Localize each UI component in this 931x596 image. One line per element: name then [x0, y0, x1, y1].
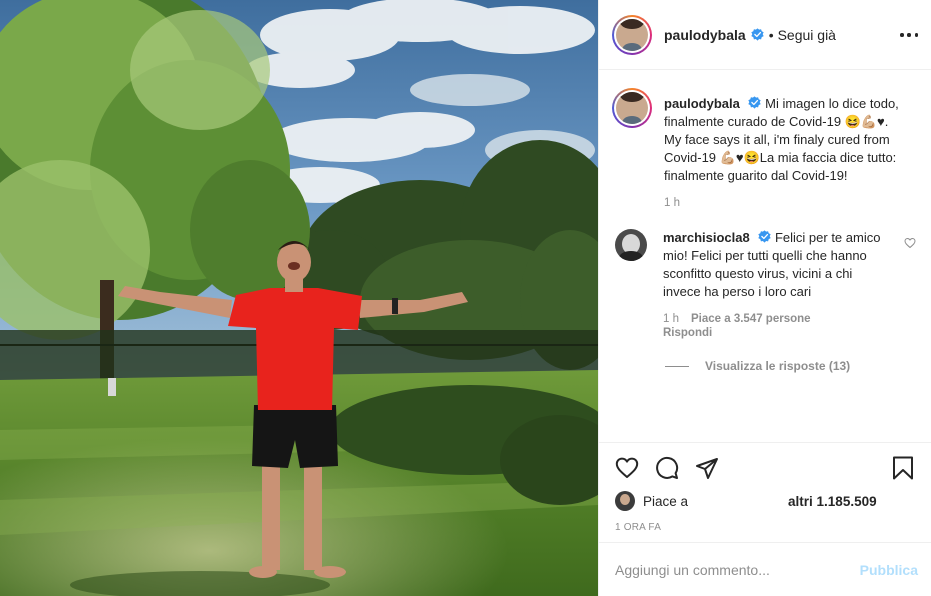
- author-avatar[interactable]: [612, 14, 652, 55]
- publish-button[interactable]: Pubblica: [860, 562, 918, 578]
- commenter-avatar[interactable]: [615, 229, 647, 261]
- verified-badge-icon: [758, 230, 772, 243]
- post-header: paulodybala • Segui già: [599, 0, 931, 70]
- comment-icon[interactable]: [655, 456, 679, 480]
- add-comment-bar: Pubblica: [599, 542, 931, 596]
- likes-prefix: Piace a: [643, 493, 689, 509]
- post-side-panel: paulodybala • Segui già paulodybala Mi i…: [598, 0, 931, 596]
- post-image: [0, 0, 598, 596]
- replies-line: [665, 365, 689, 367]
- caption-username[interactable]: paulodybala: [664, 96, 740, 111]
- caption-time[interactable]: 1 h: [664, 197, 680, 209]
- comment-like-heart-icon[interactable]: [904, 237, 916, 249]
- commenter-username[interactable]: marchisiocla8: [663, 230, 750, 245]
- comment-input[interactable]: [615, 561, 860, 578]
- verified-badge-icon: [748, 96, 762, 109]
- post-timestamp[interactable]: 1 ORA FA: [615, 522, 916, 533]
- likes-row: Piace a altri 1.185.509: [615, 491, 916, 511]
- caption-author-avatar[interactable]: [612, 88, 652, 128]
- comment-item: marchisiocla8 Felici per te amico mio! F…: [612, 229, 916, 339]
- share-icon[interactable]: [695, 456, 719, 480]
- more-options-icon[interactable]: [900, 26, 918, 44]
- caption: paulodybala Mi imagen lo dice todo, fina…: [612, 88, 916, 209]
- view-replies-button[interactable]: Visualizza le risposte (13): [665, 359, 916, 373]
- separator-dot: •: [768, 26, 774, 43]
- action-bar: Piace a altri 1.185.509 1 ORA FA: [599, 442, 931, 533]
- heart-icon[interactable]: [615, 456, 639, 480]
- comment-likes[interactable]: Piace a 3.547 persone: [691, 313, 811, 325]
- likes-count[interactable]: altri 1.185.509: [788, 494, 877, 509]
- author-username[interactable]: paulodybala: [664, 27, 746, 43]
- reply-button[interactable]: Rispondi: [663, 327, 885, 339]
- comments-section: paulodybala Mi imagen lo dice todo, fina…: [599, 70, 931, 442]
- view-replies-label: Visualizza le risposte (13): [705, 359, 851, 373]
- verified-badge-icon: [751, 28, 764, 41]
- follow-button[interactable]: Segui già: [778, 27, 836, 43]
- liker-avatar[interactable]: [615, 491, 635, 511]
- bookmark-icon[interactable]: [891, 456, 915, 480]
- comment-time[interactable]: 1 h: [663, 313, 679, 325]
- post-photo[interactable]: [0, 0, 598, 596]
